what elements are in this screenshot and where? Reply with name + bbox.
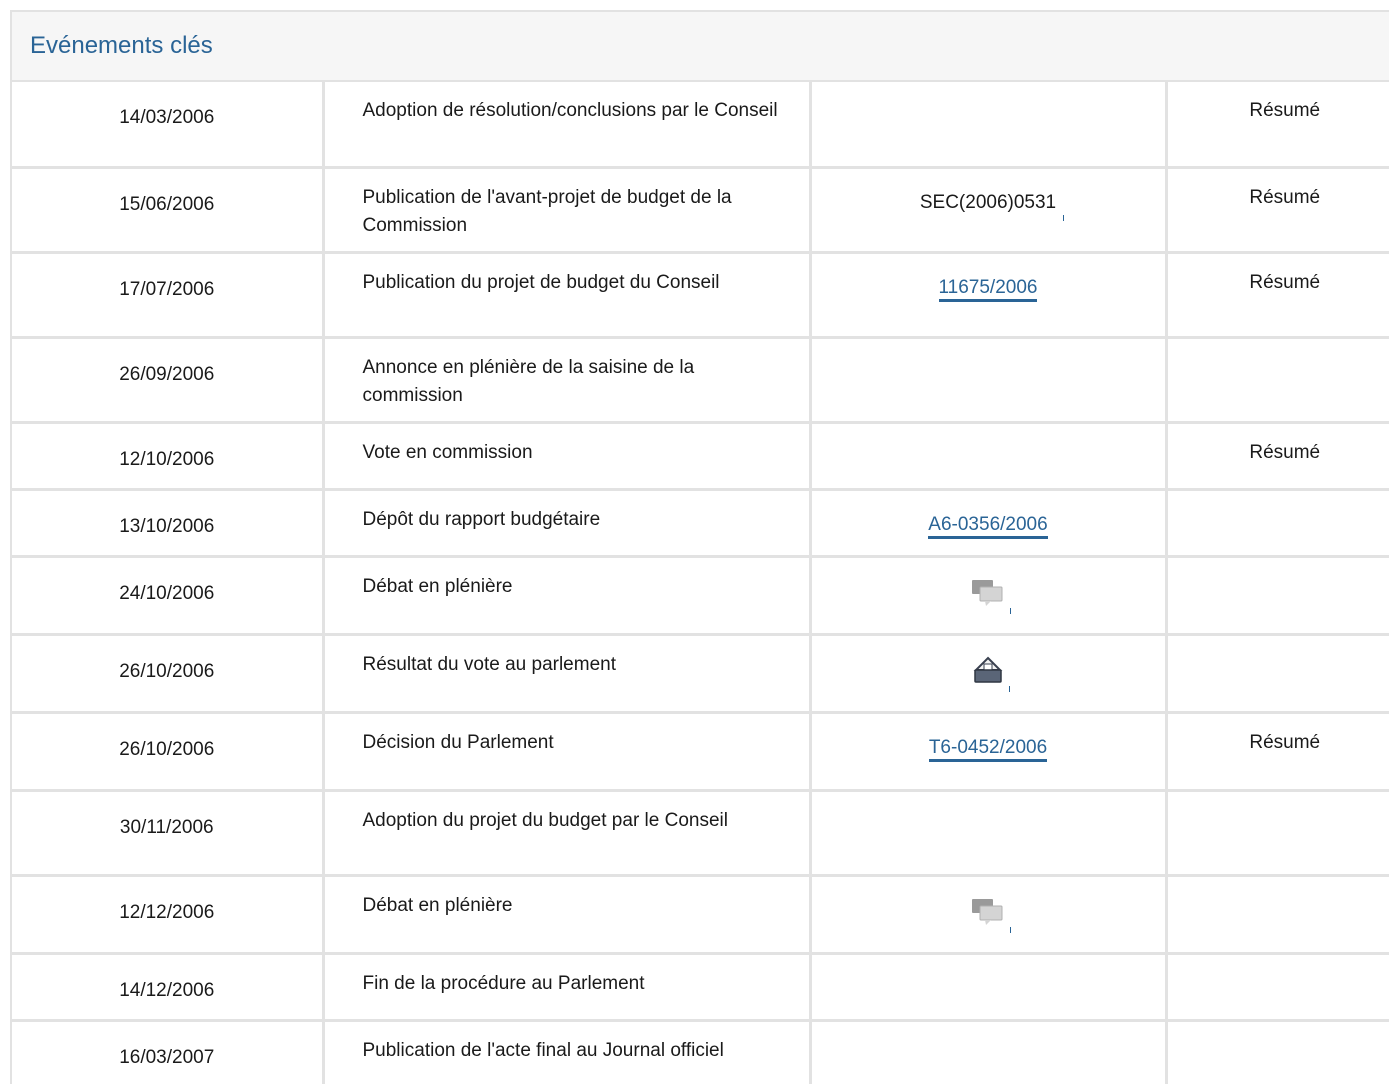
table-row: 12/10/2006 Vote en commission Résumé: [12, 422, 1389, 491]
event-date: 24/10/2006: [12, 556, 325, 636]
event-document: A6-0356/2006: [810, 489, 1168, 558]
event-description: Décision du Parlement: [323, 712, 812, 792]
event-description: Adoption de résolution/conclusions par l…: [323, 82, 812, 169]
summary-link[interactable]: Résumé: [1166, 82, 1389, 169]
event-description: Adoption du projet du budget par le Cons…: [323, 790, 812, 877]
event-date: 30/11/2006: [12, 790, 325, 877]
document-link[interactable]: 11675/2006: [938, 276, 1038, 302]
summary-link[interactable]: Résumé: [1166, 167, 1389, 254]
event-date: 13/10/2006: [12, 489, 325, 558]
speech-bubbles-icon[interactable]: [971, 578, 1011, 614]
event-document: [810, 1020, 1168, 1084]
event-document: 11675/2006: [810, 252, 1168, 339]
event-description: Publication de l'acte final au Journal o…: [323, 1020, 812, 1084]
event-date: 14/12/2006: [12, 953, 325, 1022]
summary-cell: [1166, 337, 1389, 424]
event-date: 16/03/2007: [12, 1020, 325, 1084]
event-document: [810, 953, 1168, 1022]
summary-cell: [1166, 634, 1389, 714]
event-date: 12/10/2006: [12, 422, 325, 491]
event-date: 17/07/2006: [12, 252, 325, 339]
summary-cell: [1166, 790, 1389, 877]
event-document: [810, 790, 1168, 877]
event-date: 26/10/2006: [12, 712, 325, 792]
event-document: T6-0452/2006: [810, 712, 1168, 792]
event-description: Dépôt du rapport budgétaire: [323, 489, 812, 558]
panel-header: Evénements clés: [12, 12, 1389, 82]
event-description: Débat en plénière: [323, 875, 812, 955]
document-reference: SEC(2006)0531: [919, 191, 1057, 213]
event-document: [810, 875, 1168, 955]
document-link[interactable]: T6-0452/2006: [928, 736, 1048, 762]
ballot-box-icon[interactable]: [972, 656, 1010, 692]
table-row: 14/03/2006 Adoption de résolution/conclu…: [12, 82, 1389, 169]
table-row: 15/06/2006 Publication de l'avant-projet…: [12, 167, 1389, 254]
panel-title: Evénements clés: [30, 32, 213, 59]
event-description: Résultat du vote au parlement: [323, 634, 812, 714]
table-row: 13/10/2006 Dépôt du rapport budgétaire A…: [12, 489, 1389, 558]
key-events-panel: Evénements clés 14/03/2006 Adoption de r…: [10, 10, 1389, 1084]
summary-cell: [1166, 875, 1389, 955]
summary-cell: [1166, 556, 1389, 636]
event-document: [810, 422, 1168, 491]
event-date: 26/10/2006: [12, 634, 325, 714]
event-document: [810, 556, 1168, 636]
event-description: Publication du projet de budget du Conse…: [323, 252, 812, 339]
event-document: [810, 634, 1168, 714]
table-row: 26/10/2006 Décision du Parlement T6-0452…: [12, 712, 1389, 792]
summary-link[interactable]: Résumé: [1166, 252, 1389, 339]
summary-link[interactable]: Résumé: [1166, 422, 1389, 491]
table-row: 12/12/2006 Débat en plénière: [12, 875, 1389, 955]
summary-cell: [1166, 953, 1389, 1022]
table-row: 26/09/2006 Annonce en plénière de la sai…: [12, 337, 1389, 424]
summary-link[interactable]: Résumé: [1166, 712, 1389, 792]
event-document: SEC(2006)0531: [810, 167, 1168, 254]
key-events-table: 14/03/2006 Adoption de résolution/conclu…: [12, 82, 1389, 1084]
table-row: 16/03/2007 Publication de l'acte final a…: [12, 1020, 1389, 1084]
event-description: Annonce en plénière de la saisine de la …: [323, 337, 812, 424]
summary-cell: [1166, 1020, 1389, 1084]
table-row: 24/10/2006 Débat en plénière: [12, 556, 1389, 636]
document-link[interactable]: A6-0356/2006: [928, 513, 1048, 539]
event-description: Vote en commission: [323, 422, 812, 491]
event-date: 26/09/2006: [12, 337, 325, 424]
table-row: 26/10/2006 Résultat du vote au parlement: [12, 634, 1389, 714]
event-description: Débat en plénière: [323, 556, 812, 636]
event-date: 14/03/2006: [12, 82, 325, 169]
event-date: 12/12/2006: [12, 875, 325, 955]
summary-cell: [1166, 489, 1389, 558]
table-row: 17/07/2006 Publication du projet de budg…: [12, 252, 1389, 339]
event-description: Fin de la procédure au Parlement: [323, 953, 812, 1022]
table-row: 14/12/2006 Fin de la procédure au Parlem…: [12, 953, 1389, 1022]
event-description: Publication de l'avant-projet de budget …: [323, 167, 812, 254]
event-date: 15/06/2006: [12, 167, 325, 254]
table-row: 30/11/2006 Adoption du projet du budget …: [12, 790, 1389, 877]
speech-bubbles-icon[interactable]: [971, 897, 1011, 933]
event-document: [810, 337, 1168, 424]
event-document: [810, 82, 1168, 169]
